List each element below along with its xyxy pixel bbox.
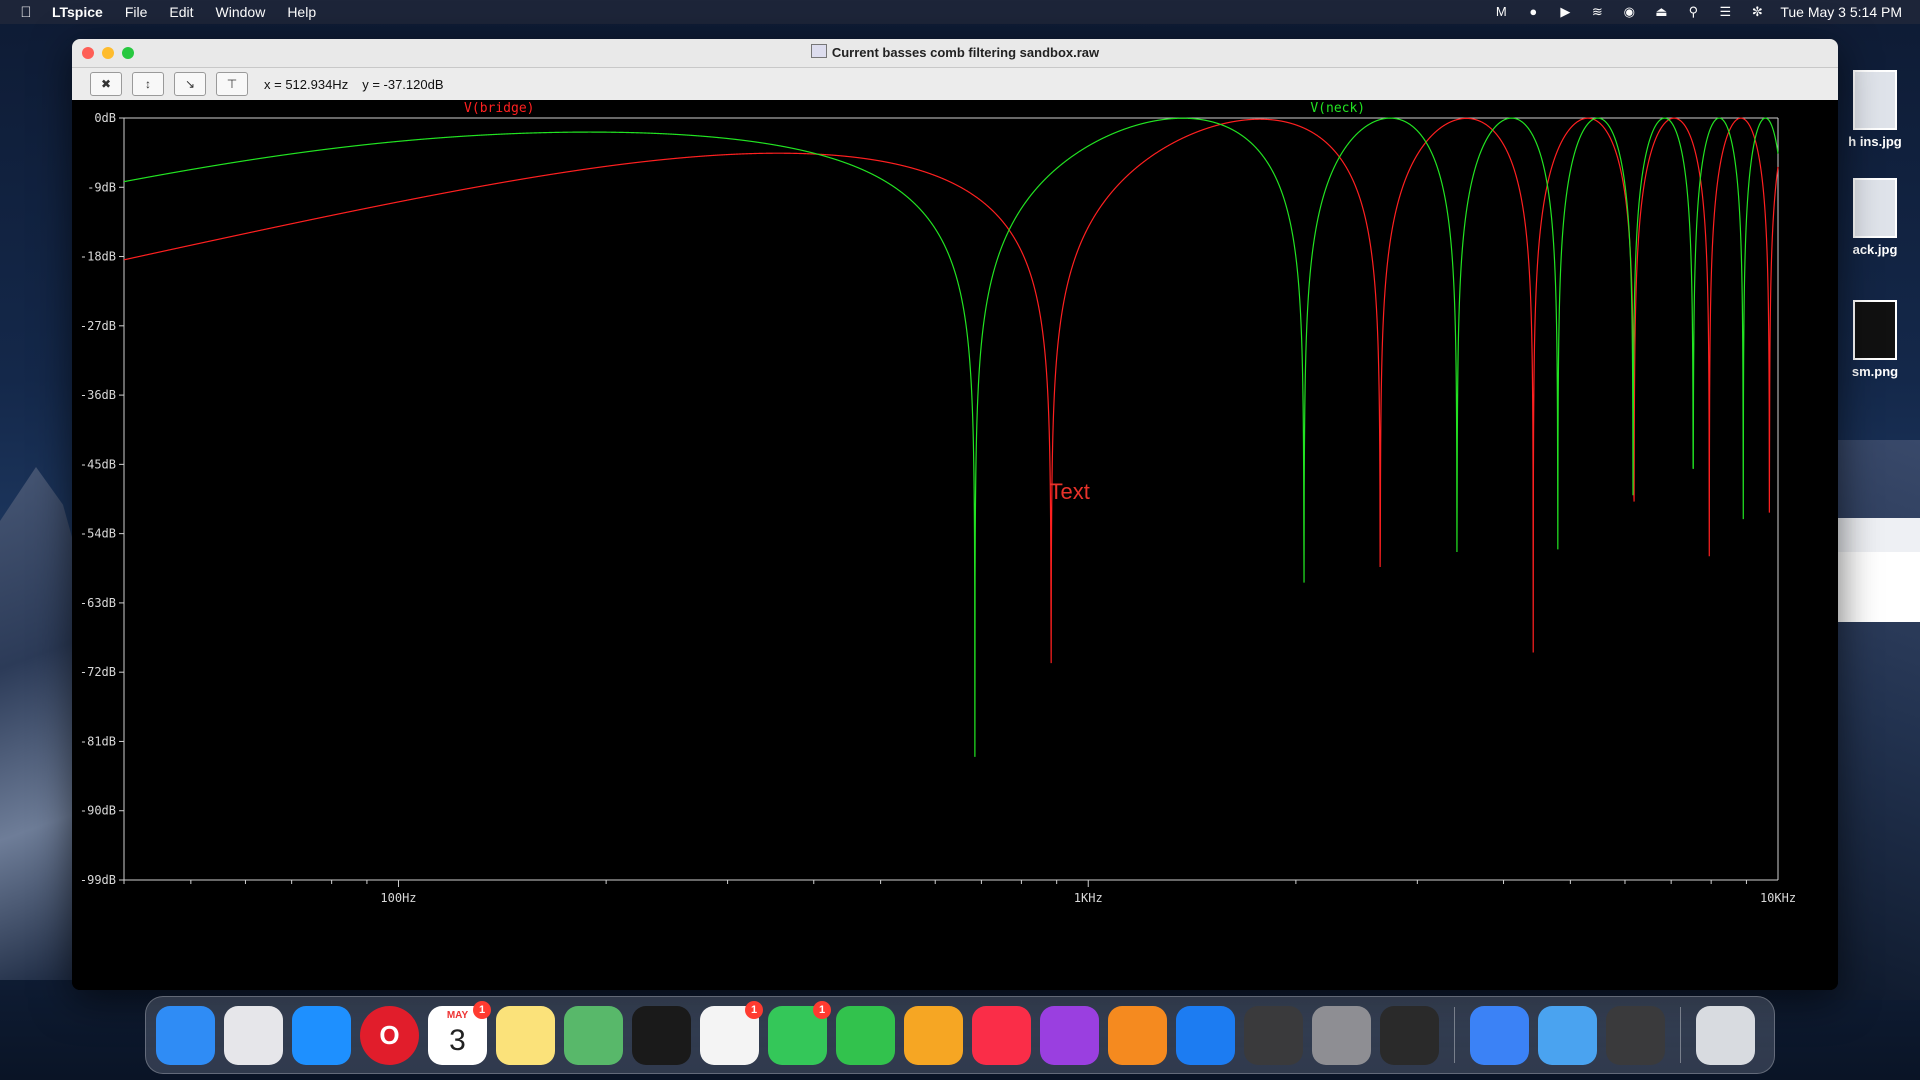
launchpad-icon[interactable] [224, 1005, 283, 1065]
desktop-file[interactable]: h ins.jpg [1830, 70, 1920, 149]
notification-badge: 1 [473, 1000, 491, 1019]
app-store-icon[interactable] [1176, 1005, 1235, 1065]
menubar:  LTspice File Edit Window Help M ● ▶ ≋ … [0, 0, 1920, 24]
file-thumbnail [1853, 300, 1897, 360]
y-tick-label: -72dB [80, 665, 116, 679]
desktop-file[interactable]: ack.jpg [1830, 178, 1920, 257]
y-tick-label: -45dB [80, 457, 116, 471]
opera-icon[interactable]: O [360, 1005, 419, 1065]
plot-annotation-text: Text [1050, 479, 1090, 504]
user-circle-icon[interactable]: ◉ [1620, 4, 1638, 20]
zoom-cancel-icon[interactable]: ✖ [90, 72, 122, 96]
malwarebytes-icon[interactable]: M [1492, 4, 1510, 20]
y-tick-label: -99dB [80, 873, 116, 887]
autorange-icon[interactable]: ↕ [132, 72, 164, 96]
system-preferences-icon[interactable] [1312, 1005, 1371, 1065]
trace-bridge [123, 117, 1779, 664]
file-thumbnail [1853, 70, 1897, 130]
y-tick-label: -36dB [80, 388, 116, 402]
ltspice-plot-window: Current basses comb filtering sandbox.ra… [72, 39, 1838, 990]
window-title: Current basses comb filtering sandbox.ra… [831, 45, 1100, 60]
x-tick-label: 10KHz [1760, 891, 1796, 905]
trace-label: V(neck) [1310, 101, 1365, 116]
messenger-icon[interactable] [1470, 1005, 1529, 1065]
screenshot-icon[interactable] [1244, 1005, 1303, 1065]
quicktime-icon[interactable] [632, 1005, 691, 1065]
safari-icon[interactable] [292, 1005, 351, 1065]
y-tick-label: -81dB [80, 734, 116, 748]
eject-icon[interactable]: ⏏ [1652, 4, 1670, 20]
siri-icon[interactable]: ✼ [1748, 4, 1766, 20]
podcasts-icon[interactable] [1040, 1005, 1099, 1065]
raw-file-icon [810, 44, 827, 58]
pin-cursor-icon[interactable]: ⊤ [216, 72, 248, 96]
desktop-file[interactable]: sm.png [1830, 300, 1920, 379]
dock: O MAY 3 1 1 1 [145, 996, 1775, 1074]
spotify-icon[interactable]: ● [1524, 4, 1542, 20]
calendar-icon[interactable]: MAY 3 1 [428, 1000, 491, 1065]
ltspice-icon[interactable] [1380, 1005, 1439, 1065]
dock-separator [1454, 1007, 1455, 1063]
file-thumbnail [1853, 178, 1897, 238]
cursor-x-readout: x = 512.934Hz [264, 76, 349, 92]
trace-neck [123, 117, 1779, 757]
zoom-extents-icon[interactable]: ↘ [174, 72, 206, 96]
dock-separator [1680, 1007, 1681, 1063]
y-tick-label: -18dB [80, 250, 116, 264]
window-titlebar[interactable]: Current basses comb filtering sandbox.ra… [72, 39, 1838, 68]
menubar-status-area: M ● ▶ ≋ ◉ ⏏ ⚲ ☰ ✼ Tue May 3 5:14 PM [1492, 0, 1902, 24]
mail-icon[interactable] [1538, 1005, 1597, 1065]
menu-window[interactable]: Window [216, 4, 266, 20]
control-center-icon[interactable]: ☰ [1716, 4, 1734, 20]
maps-icon[interactable] [564, 1005, 623, 1065]
facetime-icon[interactable] [836, 1005, 895, 1065]
plot-toolbar: ✖ ↕ ↘ ⊤ x = 512.934Hz y = -37.120dB [72, 68, 1838, 101]
y-tick-label: -27dB [80, 319, 116, 333]
background-window-header [1838, 518, 1920, 552]
calculator-icon[interactable] [1606, 1005, 1665, 1065]
y-tick-label: -90dB [80, 804, 116, 818]
play-circle-icon[interactable]: ▶ [1556, 4, 1574, 20]
file-label: ack.jpg [1852, 242, 1898, 257]
search-icon[interactable]: ⚲ [1684, 4, 1702, 20]
menubar-clock[interactable]: Tue May 3 5:14 PM [1780, 4, 1902, 20]
finder-icon[interactable] [156, 1005, 215, 1065]
cursor-y-readout: y = -37.120dB [362, 76, 444, 92]
y-tick-label: -9dB [87, 180, 116, 194]
notification-badge: 1 [745, 1000, 763, 1019]
close-window-button[interactable] [82, 47, 94, 59]
background-window[interactable] [1838, 518, 1920, 622]
apple-menu-icon[interactable]:  [0, 4, 52, 21]
notes-icon[interactable] [496, 1005, 555, 1065]
y-tick-label: 0dB [94, 111, 116, 125]
menu-edit[interactable]: Edit [169, 4, 193, 20]
menu-help[interactable]: Help [287, 4, 316, 20]
music-icon[interactable] [972, 1005, 1031, 1065]
y-tick-label: -54dB [80, 527, 116, 541]
x-tick-label: 1KHz [1074, 891, 1103, 905]
trash-icon[interactable] [1696, 1005, 1755, 1065]
app-menu[interactable]: LTspice [52, 4, 103, 20]
trace-label: V(bridge) [464, 101, 534, 116]
minimize-window-button[interactable] [102, 47, 114, 59]
window-controls [82, 47, 134, 59]
pages-icon[interactable] [904, 1005, 963, 1065]
bode-magnitude-chart[interactable]: 0dB -9dB -18dB -27dB -36dB -45dB -54dB -63dB -72… [72, 100, 1838, 990]
zoom-window-button[interactable] [122, 47, 134, 59]
calendar-day: 3 [449, 1023, 466, 1057]
y-tick-label: -63dB [80, 596, 116, 610]
menu-file[interactable]: File [125, 4, 148, 20]
wifi-off-icon[interactable]: ≋ [1588, 4, 1606, 20]
photos-icon[interactable]: 1 [700, 1000, 763, 1065]
file-label: sm.png [1851, 364, 1899, 379]
notification-badge: 1 [813, 1000, 831, 1019]
vox-icon[interactable] [1108, 1005, 1167, 1065]
x-tick-label: 100Hz [380, 891, 416, 905]
waveform-plot-pane[interactable]: 0dB -9dB -18dB -27dB -36dB -45dB -54dB -63dB -72… [72, 100, 1838, 990]
messages-icon[interactable]: 1 [768, 1000, 831, 1065]
file-label: h ins.jpg [1848, 134, 1902, 149]
